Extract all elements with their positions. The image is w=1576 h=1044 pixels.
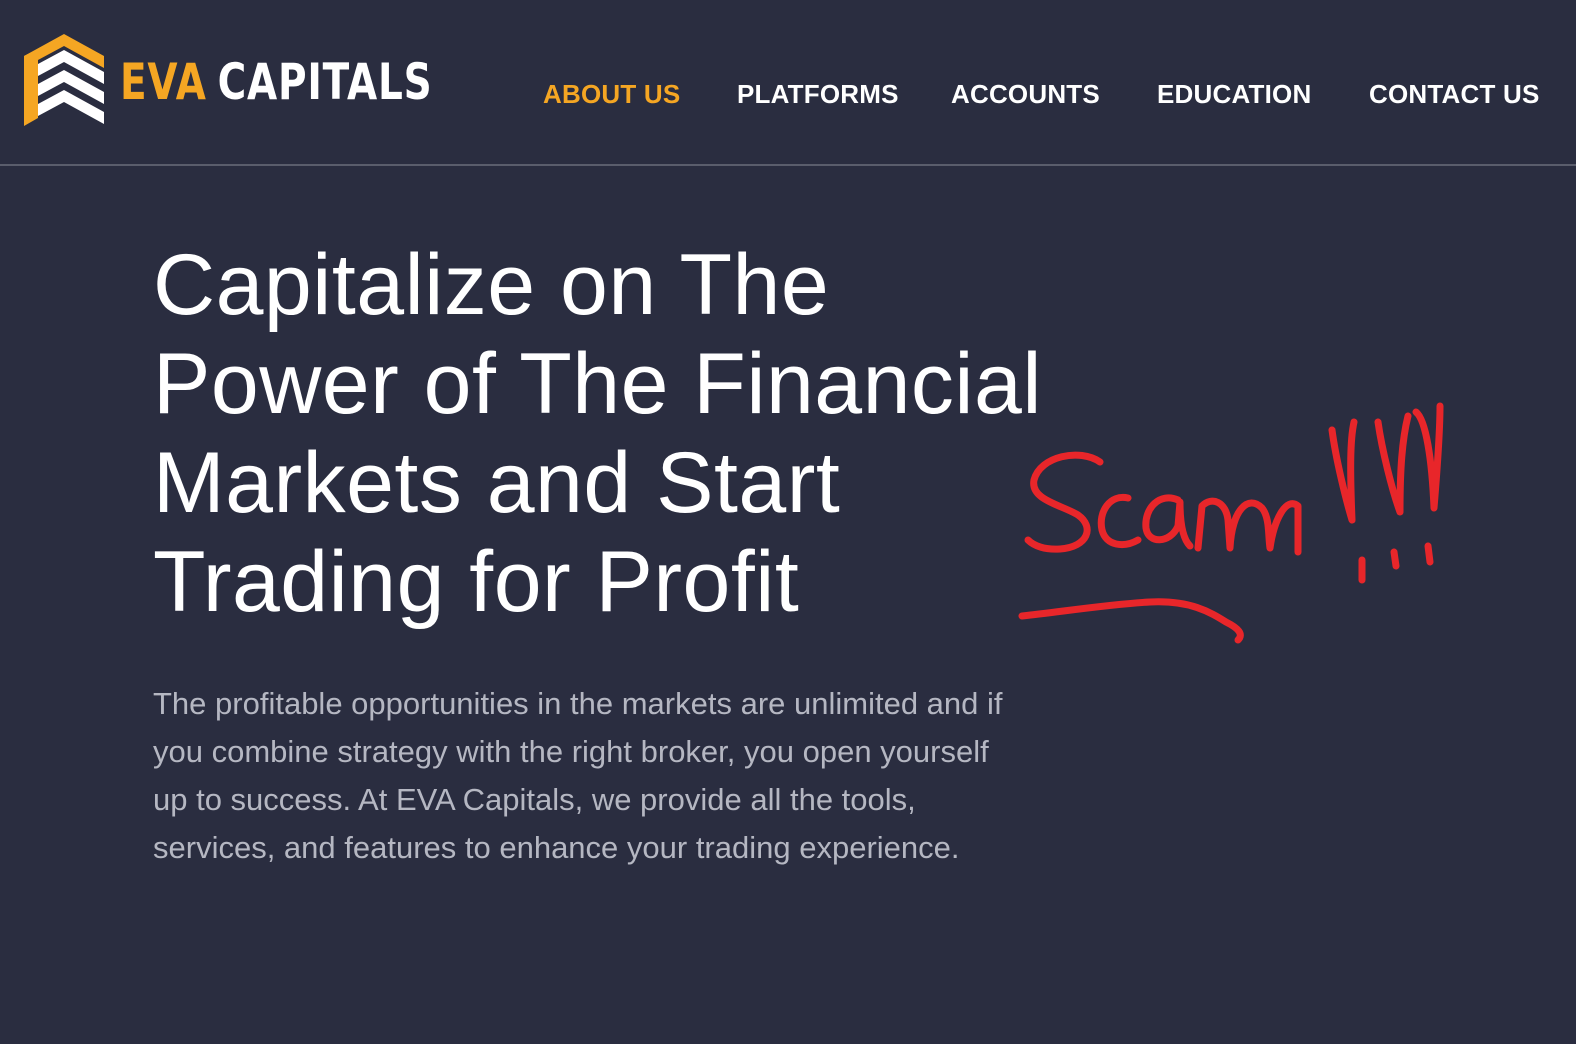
nav-item-platforms[interactable]: PLATFORMS: [737, 79, 899, 110]
hero-title-line: Trading for Profit: [153, 534, 800, 630]
hero-title: Capitalize on The Power of The Financial…: [153, 236, 1153, 632]
nav-item-about-us[interactable]: ABOUT US: [543, 79, 680, 110]
nav-item-education[interactable]: EDUCATION: [1157, 79, 1311, 110]
hero-description-line: The profitable opportunities in the mark…: [153, 686, 1003, 721]
hero-description: The profitable opportunities in the mark…: [153, 680, 1153, 872]
hero-description-line: services, and features to enhance your t…: [153, 830, 960, 865]
hero-title-line: Markets and Start: [153, 435, 841, 531]
hero-title-line: Power of The Financial: [153, 336, 1042, 432]
main-nav: ABOUT US PLATFORMS ACCOUNTS EDUCATION CO…: [0, 79, 1576, 111]
nav-item-accounts[interactable]: ACCOUNTS: [951, 79, 1100, 110]
site-header: EVA CAPITALS ABOUT US PLATFORMS ACCOUNTS …: [0, 0, 1576, 166]
hero-description-line: up to success. At EVA Capitals, we provi…: [153, 782, 916, 817]
hero-description-line: you combine strategy with the right brok…: [153, 734, 989, 769]
hero-title-line: Capitalize on The: [153, 237, 830, 333]
nav-item-contact-us[interactable]: CONTACT US: [1369, 79, 1540, 110]
